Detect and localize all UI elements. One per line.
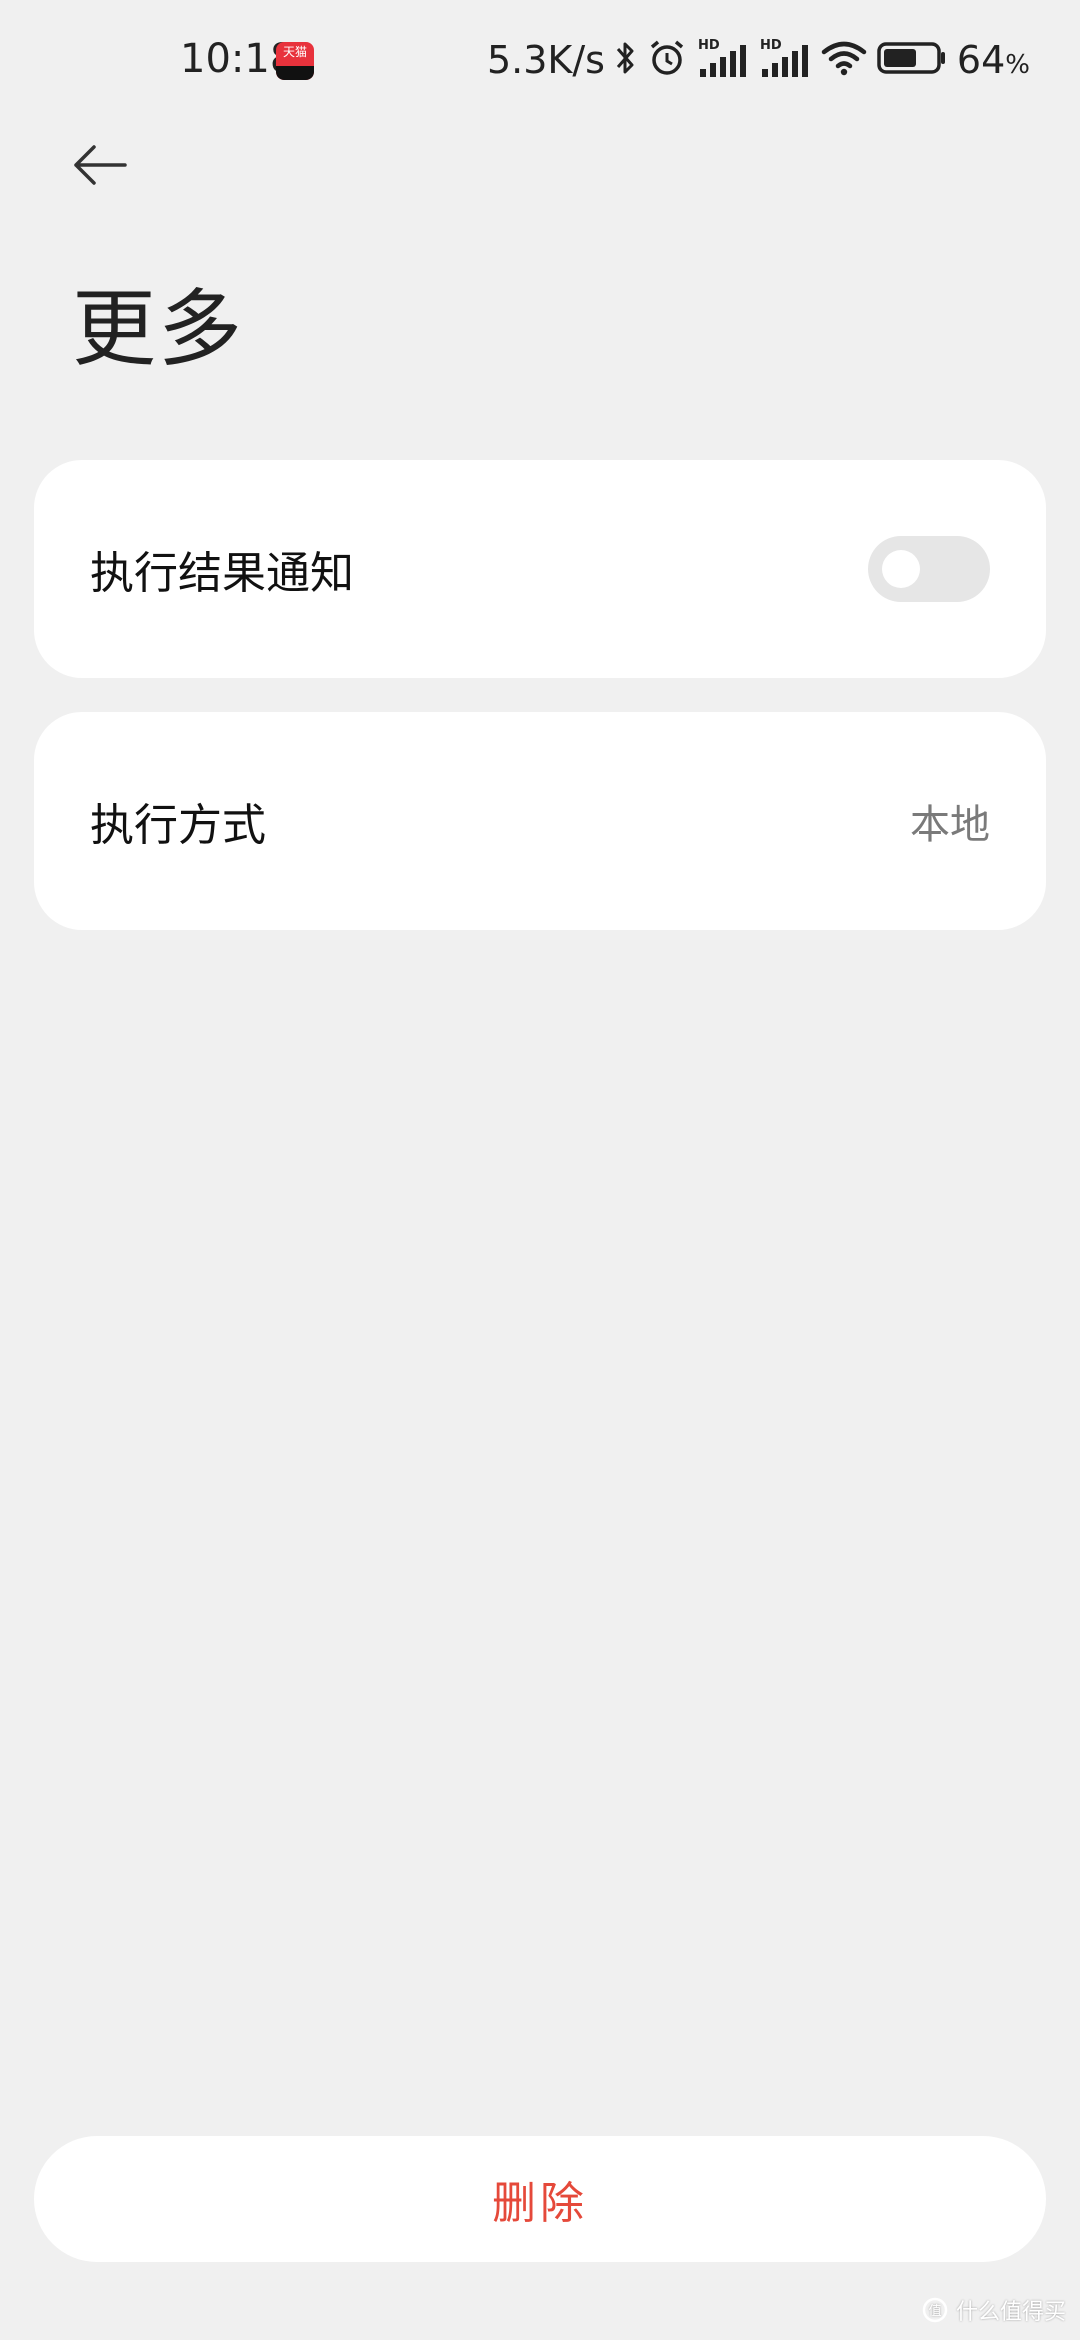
notify-setting-row[interactable]: 执行结果通知 (34, 460, 1046, 678)
hd-signal-icon: HD (759, 37, 811, 83)
status-bar: 10:18 天猫 5.3K/s HD HD 64% (0, 0, 1080, 120)
back-button[interactable] (60, 130, 140, 200)
status-icons: 5.3K/s HD HD 64% (487, 36, 1030, 84)
page-title: 更多 (72, 280, 245, 378)
svg-text:HD: HD (760, 38, 782, 53)
svg-text:HD: HD (698, 38, 720, 53)
notify-toggle[interactable] (868, 536, 990, 602)
alarm-icon (647, 38, 687, 82)
wifi-icon (821, 40, 867, 80)
screen: 10:18 天猫 5.3K/s HD HD 64% 更多 执行结果通知 执行方式… (0, 0, 1080, 2340)
delete-button[interactable]: 删除 (34, 2136, 1046, 2262)
watermark-text: 什么值得买 (955, 2300, 1066, 2325)
arrow-left-icon (74, 145, 127, 185)
execution-mode-value: 本地 (910, 802, 990, 848)
tmall-app-badge: 天猫 (282, 45, 307, 59)
battery-percent: 64% (956, 38, 1030, 82)
watermark: 值 什么值得买 (922, 2294, 1066, 2326)
execution-mode-row[interactable]: 执行方式 本地 (34, 712, 1046, 930)
execution-mode-label: 执行方式 (90, 800, 266, 851)
bluetooth-icon (615, 39, 637, 81)
toggle-knob (882, 550, 920, 588)
battery-icon (877, 41, 947, 79)
hd-signal-icon: HD (697, 37, 749, 83)
smzdm-logo-icon: 值 (922, 2297, 948, 2323)
net-speed: 5.3K/s (486, 38, 605, 82)
svg-text:值: 值 (928, 2303, 941, 2319)
tmall-app-icon: 天猫 (276, 42, 314, 80)
notify-setting-label: 执行结果通知 (90, 548, 354, 599)
